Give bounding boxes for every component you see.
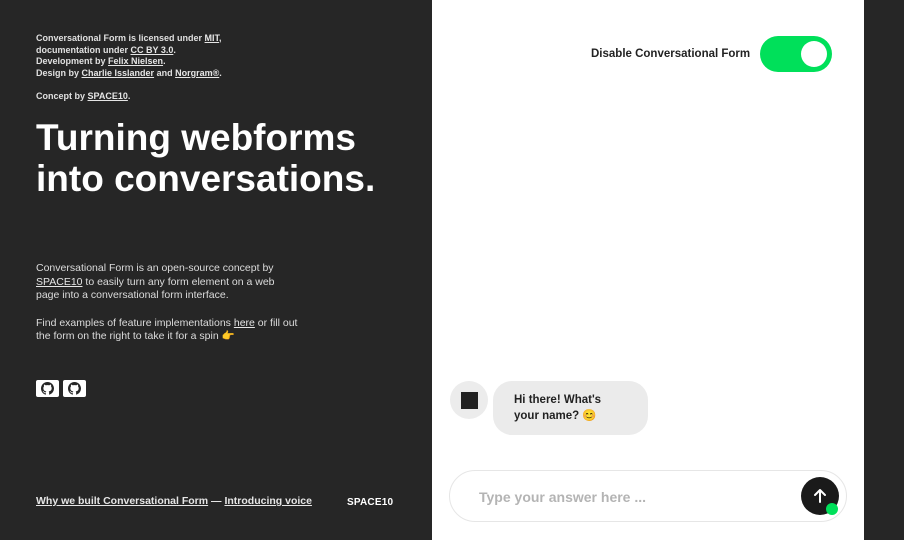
description: Conversational Form is an open-source co…	[36, 262, 298, 344]
felix-nielsen-link[interactable]: Felix Nielsen	[108, 56, 163, 66]
toggle-row: Disable Conversational Form	[591, 36, 833, 72]
norgram-link[interactable]: Norgram®	[175, 68, 219, 78]
arrow-up-icon	[814, 489, 826, 503]
description-examples: Find examples of feature implementations…	[36, 316, 298, 343]
cc-by-link[interactable]: CC BY 3.0	[131, 45, 174, 55]
charlie-isslander-link[interactable]: Charlie Isslander	[82, 68, 155, 78]
examples-here-link[interactable]: here	[234, 317, 255, 329]
introducing-voice-link[interactable]: Introducing voice	[224, 495, 312, 507]
why-we-built-link[interactable]: Why we built Conversational Form	[36, 495, 208, 507]
right-edge	[864, 0, 904, 540]
toggle-knob	[801, 41, 828, 67]
left-panel: Conversational Form is licensed under MI…	[0, 0, 432, 540]
description-intro: Conversational Form is an open-source co…	[36, 262, 275, 301]
send-status-dot	[826, 503, 838, 515]
credits: Conversational Form is licensed under MI…	[36, 33, 296, 103]
answer-input[interactable]	[477, 471, 801, 523]
footer-links: Why we built Conversational Form — Intro…	[36, 495, 312, 507]
github-icon[interactable]	[63, 380, 86, 397]
github-icon[interactable]	[36, 380, 59, 397]
disable-cf-toggle[interactable]	[760, 36, 833, 72]
space10-logo[interactable]: SPACE10	[347, 497, 393, 508]
space10-concept-link[interactable]: SPACE10	[88, 91, 128, 101]
credits-line-docs: documentation under CC BY 3.0.	[36, 44, 176, 55]
github-links	[36, 380, 86, 397]
bot-avatar	[450, 381, 488, 419]
space10-link[interactable]: SPACE10	[36, 276, 83, 288]
chat-panel	[432, 0, 864, 540]
credits-line-dev: Development by Felix Nielsen.	[36, 56, 166, 66]
credits-line-concept: Concept by SPACE10.	[36, 91, 131, 101]
bot-avatar-icon	[460, 391, 478, 409]
answer-input-wrapper	[449, 470, 847, 523]
credits-line-license: Conversational Form is licensed under MI…	[36, 33, 222, 43]
toggle-label: Disable Conversational Form	[591, 48, 751, 60]
credits-line-design: Design by Charlie Isslander and Norgram®…	[36, 67, 222, 78]
mit-link[interactable]: MIT	[205, 33, 220, 43]
page-title: Turning webforms into conversations.	[36, 117, 376, 199]
bot-message: Hi there! What's your name? 😊	[493, 381, 648, 435]
